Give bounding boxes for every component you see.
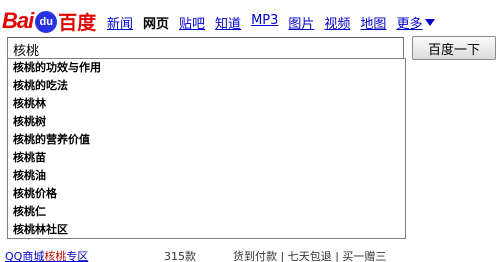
suggestion-item[interactable]: 核桃价格 (8, 185, 405, 203)
nav-item-web: 网页 (143, 17, 170, 32)
nav-item-map[interactable]: 地图 (360, 13, 386, 32)
nav-item-images[interactable]: 图片 (288, 13, 314, 32)
logo-chinese-text: 百度 (58, 11, 97, 34)
suggestion-dropdown: 核桃的功效与作用 核桃的吃法 核桃林 核桃树 核桃的营养价值 核桃苗 核桃油 核… (7, 58, 406, 239)
search-input[interactable]: 核桃 (7, 37, 404, 59)
top-nav: 新闻 网页 贴吧 知道 MP3 图片 视频 地图 更多 (107, 13, 436, 32)
nav-item-video[interactable]: 视频 (324, 13, 350, 32)
nav-more-label: 更多 (396, 16, 423, 32)
nav-item-news[interactable]: 新闻 (107, 13, 133, 32)
nav-item-mp3[interactable]: MP3 (251, 13, 278, 31)
search-button[interactable]: 百度一下 (412, 36, 496, 60)
suggestion-item[interactable]: 核桃的营养价值 (8, 131, 405, 149)
suggestion-item[interactable]: 核桃树 (8, 113, 405, 131)
baidu-logo[interactable]: Bai du 百度 (2, 6, 102, 36)
suggestion-item[interactable]: 核桃苗 (8, 149, 405, 167)
qq-mall-highlight: 核桃 (44, 250, 67, 262)
nav-item-zhidao[interactable]: 知道 (215, 13, 241, 32)
nav-more-link[interactable]: 更多 (396, 13, 436, 32)
qq-mall-suffix: 专区 (66, 250, 89, 262)
logo-bai-text: Bai (2, 8, 34, 33)
suggestion-item[interactable]: 核桃仁 (8, 203, 405, 221)
suggestion-item[interactable]: 核桃林 (8, 95, 405, 113)
suggestion-item[interactable]: 核桃的吃法 (8, 77, 405, 95)
suggestion-item[interactable]: 核桃的功效与作用 (8, 59, 405, 77)
paw-icon: du (35, 11, 58, 33)
suggestion-item[interactable]: 核桃林社区 (8, 221, 405, 239)
qq-mall-prefix: QQ商城 (5, 250, 45, 262)
caret-down-icon (425, 18, 436, 26)
logo-du-text: du (39, 16, 53, 28)
nav-item-tieba[interactable]: 贴吧 (179, 13, 205, 32)
suggestion-item[interactable]: 核桃油 (8, 167, 405, 185)
